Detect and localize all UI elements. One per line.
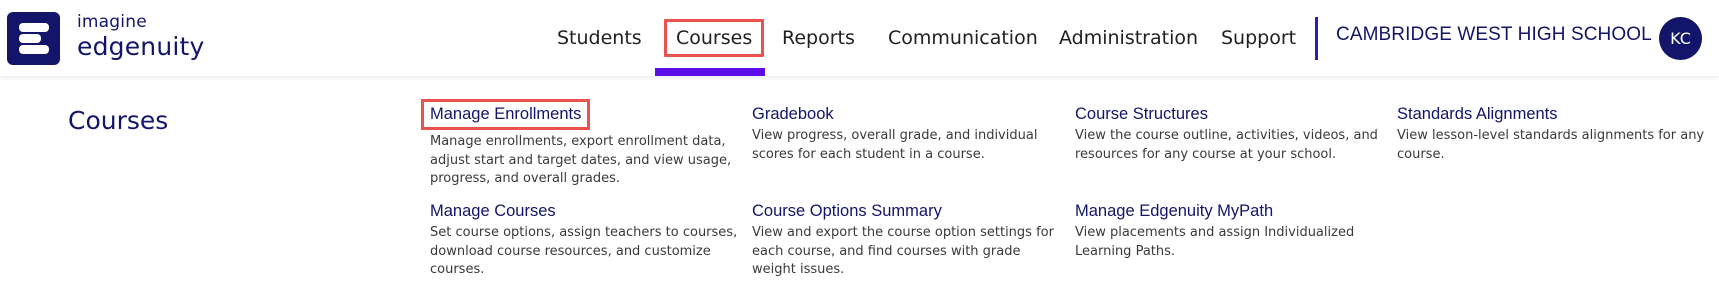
menu-item-manage-courses[interactable]: Manage Courses Set course options, assig… (430, 202, 745, 280)
school-name[interactable]: CAMBRIDGE WEST HIGH SCHOOL (1336, 24, 1652, 46)
edgenuity-logo-icon[interactable] (7, 12, 60, 65)
menu-item-description: View lesson-level standards alignments f… (1397, 128, 1705, 162)
user-avatar[interactable]: KC (1659, 17, 1702, 60)
menu-item-description: View placements and assign Individualize… (1075, 225, 1355, 259)
menu-item-title[interactable]: Course Structures (1075, 105, 1208, 124)
menu-item-title[interactable]: Standards Alignments (1397, 105, 1558, 124)
nav-label: Administration (1059, 27, 1199, 49)
brand-wordmark[interactable]: imagine edgenuity (77, 12, 205, 61)
menu-item-title[interactable]: Manage Enrollments (421, 99, 591, 130)
nav-label: Courses (664, 19, 765, 57)
menu-item-manage-enrollments[interactable]: Manage Enrollments Manage enrollments, e… (421, 99, 745, 189)
menu-item-course-options-summary[interactable]: Course Options Summary View and export t… (752, 202, 1067, 280)
menu-item-title[interactable]: Course Options Summary (752, 202, 942, 221)
nav-label: Support (1221, 27, 1297, 49)
nav-label: Reports (782, 27, 855, 49)
active-tab-indicator (655, 68, 765, 76)
dropdown-section-title: Courses (68, 106, 169, 135)
brand-line-edgenuity: edgenuity (77, 32, 205, 61)
brand-line-imagine: imagine (77, 12, 147, 32)
menu-item-description: Manage enrollments, export enrollment da… (430, 134, 732, 186)
nav-label: Communication (888, 27, 1038, 49)
nav-administration[interactable]: Administration (1059, 0, 1198, 76)
nav-students[interactable]: Students (557, 0, 642, 76)
menu-item-standards-alignments[interactable]: Standards Alignments View lesson-level s… (1397, 105, 1712, 164)
nav-reports[interactable]: Reports (782, 0, 855, 76)
menu-item-description: View the course outline, activities, vid… (1075, 128, 1378, 162)
nav-support[interactable]: Support (1221, 0, 1296, 76)
menu-item-title[interactable]: Manage Courses (430, 202, 556, 221)
menu-item-gradebook[interactable]: Gradebook View progress, overall grade, … (752, 105, 1067, 164)
top-navigation-bar: imagine edgenuity Students Courses Repor… (0, 0, 1719, 76)
nav-communication[interactable]: Communication (888, 0, 1038, 76)
nav-label: Students (557, 27, 642, 49)
menu-item-course-structures[interactable]: Course Structures View the course outlin… (1075, 105, 1390, 164)
menu-item-description: View and export the course option settin… (752, 225, 1054, 277)
school-divider (1315, 17, 1318, 60)
menu-item-title[interactable]: Gradebook (752, 105, 834, 124)
menu-item-description: View progress, overall grade, and indivi… (752, 128, 1038, 162)
nav-courses[interactable]: Courses (664, 0, 765, 76)
menu-item-manage-edgenuity-mypath[interactable]: Manage Edgenuity MyPath View placements … (1075, 202, 1390, 261)
menu-item-description: Set course options, assign teachers to c… (430, 225, 738, 277)
menu-item-title[interactable]: Manage Edgenuity MyPath (1075, 202, 1273, 221)
